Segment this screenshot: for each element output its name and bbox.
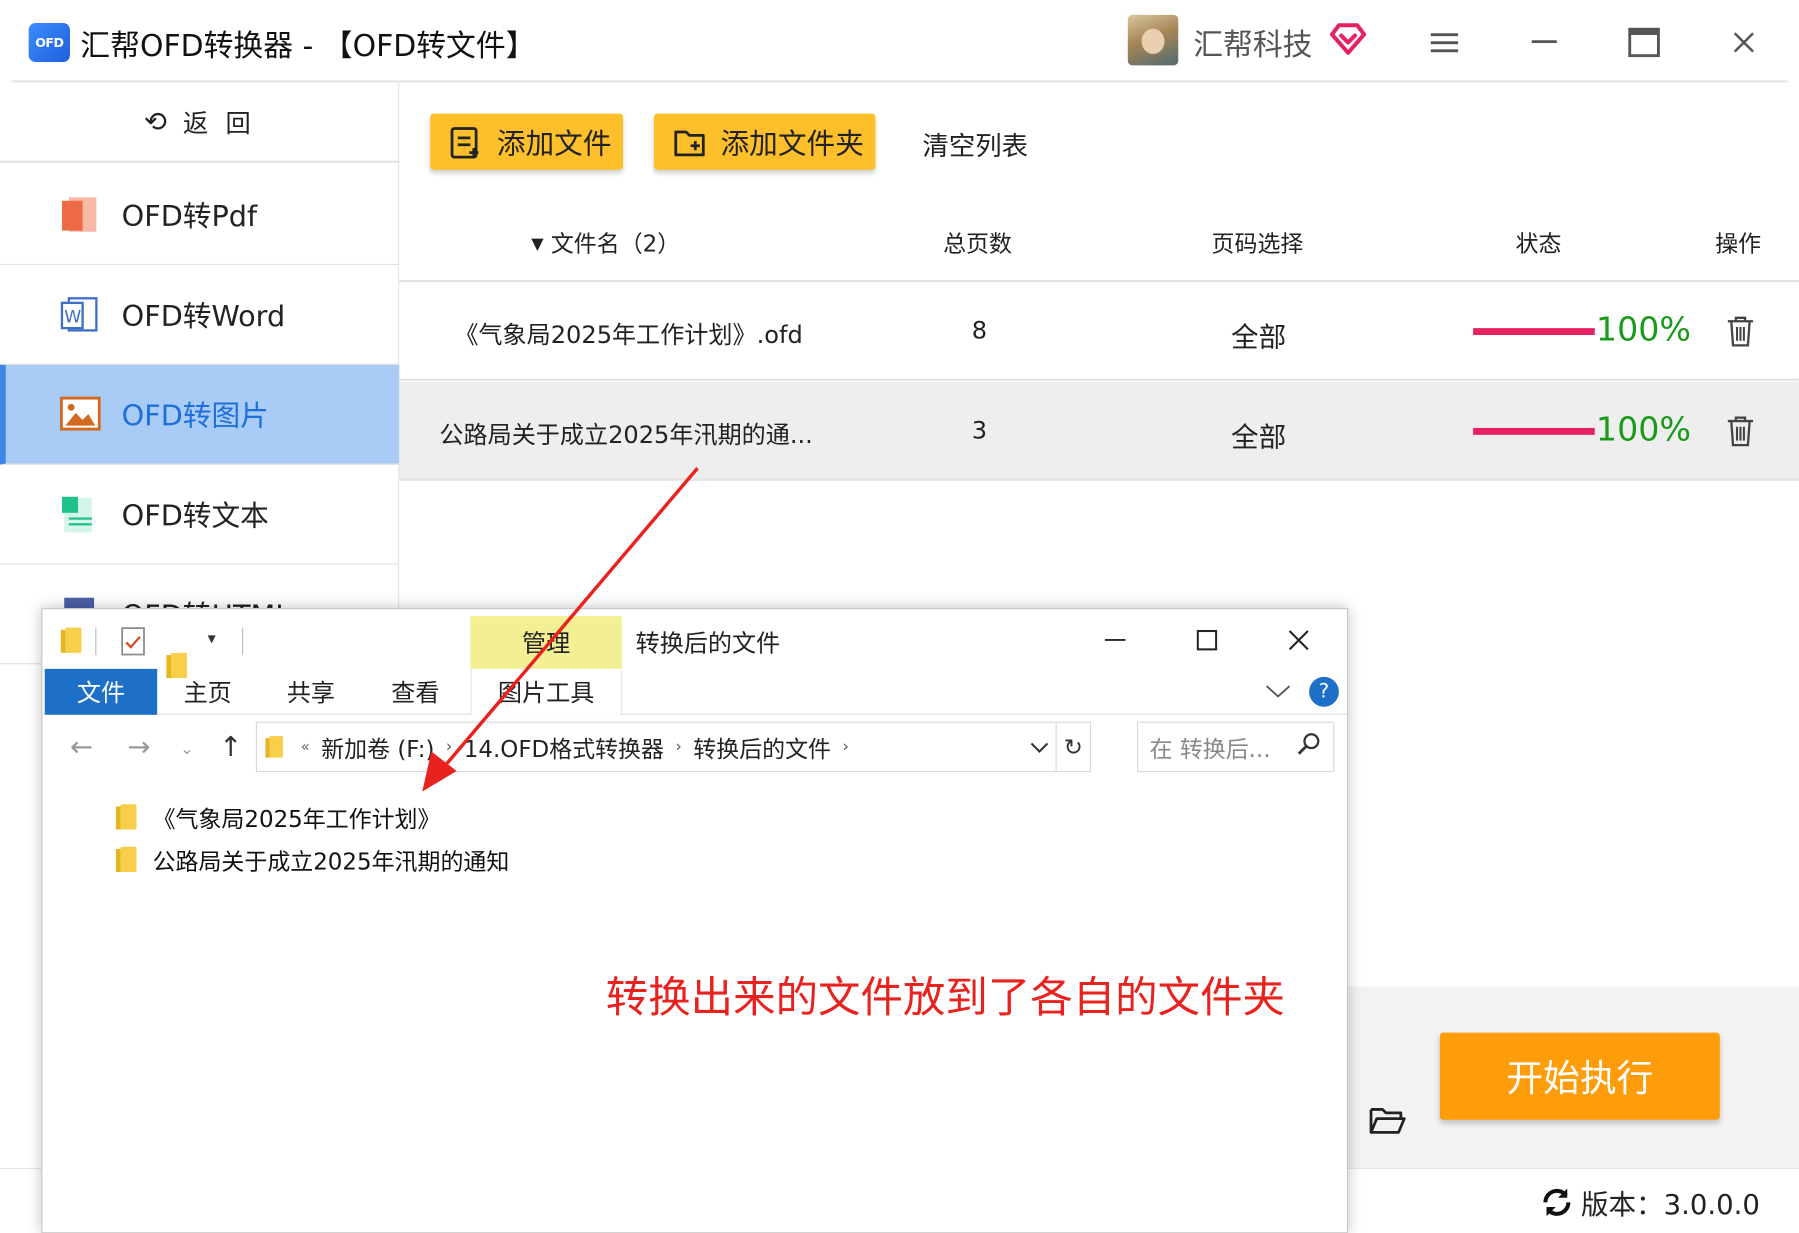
annotation-arrow <box>422 466 699 792</box>
